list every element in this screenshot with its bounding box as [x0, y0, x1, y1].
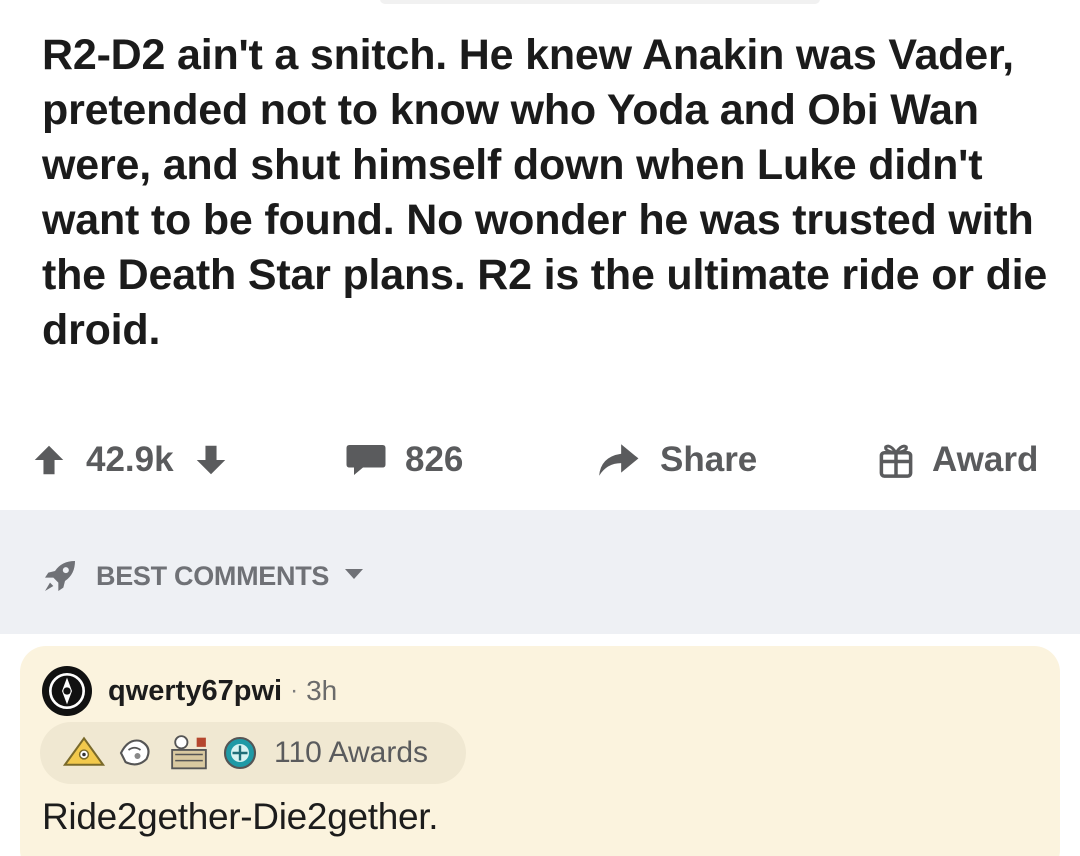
comments-button[interactable]: 826 [345, 430, 463, 490]
caret-down-icon [343, 567, 365, 586]
comment-username[interactable]: qwerty67pwi [108, 675, 282, 708]
award-button[interactable]: Award [878, 430, 1038, 490]
comment-card: qwerty67pwi · 3h 110 Awards Ride2gether-… [20, 646, 1060, 856]
rocket-icon [40, 556, 80, 596]
post-action-bar: 42.9k 826 Share Award [0, 430, 1080, 490]
comment-time: 3h [306, 675, 338, 706]
comment-count: 826 [405, 440, 464, 479]
meta-separator: · [290, 677, 299, 704]
award-label: Award [932, 440, 1039, 479]
awards-pill[interactable]: 110 Awards [40, 722, 466, 784]
vote-group: 42.9k [30, 430, 230, 490]
previous-element-edge [380, 0, 820, 4]
comment-header: qwerty67pwi · 3h [42, 666, 337, 716]
award-icon-4 [222, 735, 258, 771]
sort-selector[interactable]: BEST COMMENTS [40, 556, 365, 596]
award-icon-2 [116, 735, 156, 771]
downvote-icon[interactable] [192, 441, 230, 479]
award-icon-3 [166, 733, 212, 773]
comment-text: Ride2gether-Die2gether. [42, 796, 439, 837]
share-label: Share [660, 440, 758, 479]
share-arrow-icon [596, 441, 640, 479]
comment-icon [345, 441, 387, 479]
upvote-icon[interactable] [30, 441, 68, 479]
avatar-icon[interactable] [42, 666, 92, 716]
gift-icon [878, 441, 914, 479]
post-text: R2-D2 ain't a snitch. He knew Anakin was… [42, 31, 1048, 354]
share-button[interactable]: Share [596, 430, 757, 490]
award-icon-1 [62, 735, 106, 771]
awards-count: 110 Awards [274, 736, 428, 769]
vote-score: 42.9k [86, 440, 174, 479]
sort-label: BEST COMMENTS [96, 560, 330, 591]
comment-sort-band: BEST COMMENTS [0, 510, 1080, 634]
